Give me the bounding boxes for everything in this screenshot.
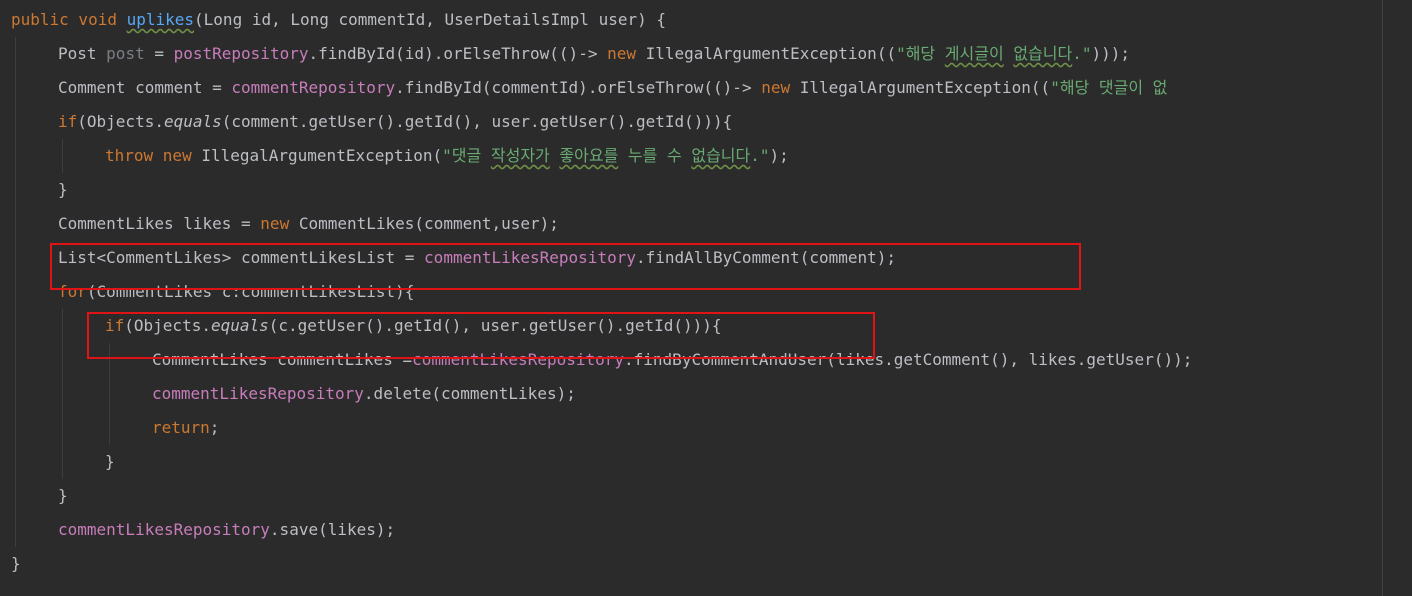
code-token: 누를 수: [618, 146, 692, 165]
code-token: .save(likes);: [269, 520, 396, 539]
code-line: }: [58, 479, 68, 513]
code-token: }: [58, 486, 68, 505]
code-token: "해당 댓글이 없: [1050, 78, 1168, 97]
code-token: "댓글: [442, 146, 491, 165]
code-token: throw new: [105, 146, 202, 165]
code-token: .delete(commentLikes);: [363, 384, 576, 403]
code-token: equals: [163, 112, 222, 131]
code-token: )));: [1091, 44, 1131, 63]
code-token: (Objects.: [77, 112, 164, 131]
code-line: throw new IllegalArgumentException("댓글 작…: [105, 139, 789, 173]
indent-guide: [62, 309, 63, 479]
code-line: if(Objects.equals(comment.getUser().getI…: [58, 105, 732, 139]
code-token: post: [106, 44, 145, 63]
code-token: new: [761, 78, 800, 97]
code-token: if: [58, 112, 78, 131]
code-token: Post: [58, 44, 107, 63]
code-token: .": [1072, 44, 1092, 63]
code-token: 게시글이: [944, 44, 1004, 63]
code-editor[interactable]: public void uplikes(Long id, Long commen…: [0, 0, 1412, 596]
code-token: "해당: [896, 44, 945, 63]
code-token: (comment.getUser().getId(), user.getUser…: [221, 112, 733, 131]
code-token: public void: [11, 10, 127, 29]
code-line: commentLikesRepository.save(likes);: [58, 513, 395, 547]
code-token: postRepository: [173, 44, 309, 63]
code-token: 작성자가: [490, 146, 550, 165]
indent-guide: [62, 139, 63, 173]
code-token: 좋아요를: [559, 146, 619, 165]
code-token: CommentLikes(comment,user);: [298, 214, 559, 233]
right-margin-guide: [1382, 0, 1383, 596]
code-token: IllegalArgumentException(: [201, 146, 443, 165]
code-token: CommentLikes likes =: [58, 214, 261, 233]
code-token: .": [750, 146, 770, 165]
code-token: commentRepository: [231, 78, 396, 97]
code-token: new: [260, 214, 299, 233]
code-token: return: [152, 418, 210, 437]
code-token: .findById(commentId).orElseThrow(()->: [395, 78, 762, 97]
code-line: }: [105, 445, 115, 479]
code-line: CommentLikes likes = new CommentLikes(co…: [58, 207, 559, 241]
code-token: ;: [209, 418, 220, 437]
code-line: Comment comment = commentRepository.find…: [58, 71, 1167, 105]
code-token: .findById(id).orElseThrow(()->: [308, 44, 608, 63]
code-token: =: [144, 44, 174, 63]
code-token: (Long id, Long commentId, UserDetailsImp…: [194, 10, 667, 29]
code-token: IllegalArgumentException((: [645, 44, 897, 63]
code-token: }: [105, 452, 115, 471]
code-token: 없습니다: [1013, 44, 1073, 63]
code-token: 없습니다: [691, 146, 751, 165]
code-line: Post post = postRepository.findById(id).…: [58, 37, 1130, 71]
highlight-box-find-all-by-comment: [50, 243, 1081, 290]
code-token: );: [769, 146, 789, 165]
code-token: commentLikesRepository: [152, 384, 364, 403]
code-line: return;: [152, 411, 219, 445]
indent-guide: [15, 37, 16, 547]
code-line: }: [58, 173, 68, 207]
code-line: public void uplikes(Long id, Long commen…: [11, 3, 666, 37]
code-line: }: [11, 547, 21, 581]
code-token: new: [607, 44, 646, 63]
code-token: }: [11, 554, 21, 573]
code-token: uplikes: [126, 10, 195, 29]
code-token: Comment comment =: [58, 78, 232, 97]
code-token: IllegalArgumentException((: [799, 78, 1051, 97]
code-token: commentLikesRepository: [58, 520, 270, 539]
code-token: }: [58, 180, 68, 199]
highlight-box-if-equals-check: [87, 312, 875, 359]
code-line: commentLikesRepository.delete(commentLik…: [152, 377, 576, 411]
